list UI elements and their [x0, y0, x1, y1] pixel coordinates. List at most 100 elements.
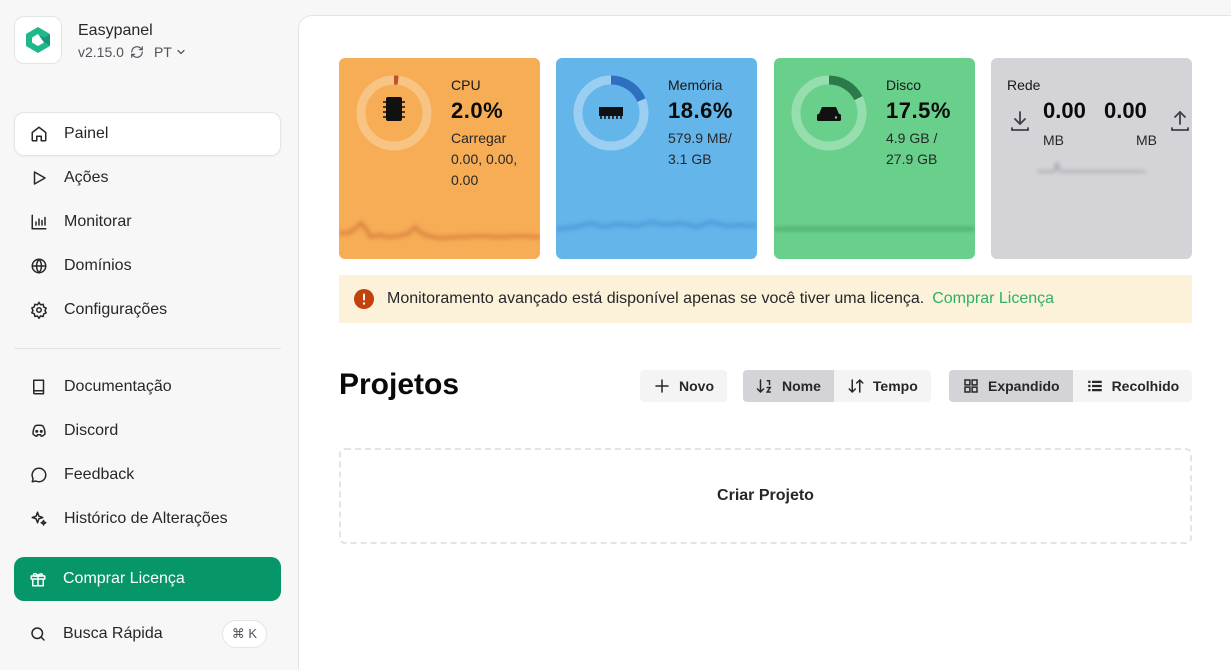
cpu-label: CPU [451, 77, 481, 93]
secondary-nav: Documentação Discord Feedback Histórico … [14, 365, 281, 541]
create-project-label: Criar Projeto [717, 487, 814, 504]
cpu-load: Carregar 0.00, 0.00, 0.00 [451, 130, 518, 188]
disk-usage: 4.9 GB / 27.9 GB [886, 130, 938, 167]
memory-card: Memória 18.6% 579.9 MB/ 3.1 GB [556, 58, 757, 259]
disk-label: Disco [886, 77, 922, 93]
sort-numeric-icon [756, 377, 774, 395]
view-expanded-button[interactable]: Expandido [949, 370, 1073, 402]
download-icon [1011, 111, 1029, 131]
view-toggle: Expandido Recolhido [949, 370, 1193, 402]
memory-usage-ring [573, 75, 649, 151]
play-icon [30, 169, 48, 187]
network-card: Rede 0.00 MB 0.00 MB [991, 58, 1192, 259]
sparkles-icon [30, 510, 48, 528]
alert-buy-license-link[interactable]: Comprar Licença [932, 290, 1054, 308]
discord-icon [30, 422, 48, 440]
sort-by-time-button[interactable]: Tempo [834, 370, 931, 402]
upload-unit: MB [1136, 132, 1157, 148]
view-expanded-label: Expandido [988, 378, 1060, 394]
bar-chart-icon [30, 213, 48, 231]
sidebar-item-painel[interactable]: Painel [14, 112, 281, 156]
sort-by-name-button[interactable]: Nome [743, 370, 834, 402]
sidebar-item-label: Domínios [64, 257, 132, 274]
gear-icon [30, 301, 48, 319]
sidebar-item-feedback[interactable]: Feedback [14, 453, 281, 497]
network-sparkline [1037, 162, 1146, 173]
cpu-card: CPU 2.0% Carregar 0.00, 0.00, 0.00 [339, 58, 540, 259]
memory-usage: 579.9 MB/ 3.1 GB [668, 130, 732, 167]
buy-license-button[interactable]: Comprar Licença [14, 557, 281, 601]
list-icon [1086, 377, 1104, 395]
disk-sparkline [774, 227, 975, 231]
view-collapsed-label: Recolhido [1111, 378, 1180, 394]
page-title: Projetos [339, 368, 460, 401]
main-content: CPU 2.0% Carregar 0.00, 0.00, 0.00 Memór… [298, 15, 1231, 670]
brand: Easypanel v2.15.0 PT [14, 16, 187, 64]
sort-name-label: Nome [782, 378, 821, 394]
sort-arrows-icon [847, 377, 865, 395]
quick-search-label: Busca Rápida [63, 625, 163, 642]
sidebar-item-historico[interactable]: Histórico de Alterações [14, 497, 281, 541]
language-select[interactable]: PT [154, 44, 187, 60]
globe-icon [30, 257, 48, 275]
sidebar-item-label: Ações [64, 169, 109, 186]
download-unit: MB [1043, 132, 1064, 148]
chip-icon [383, 97, 405, 121]
disk-card: Disco 17.5% 4.9 GB / 27.9 GB [774, 58, 975, 259]
shortcut-badge: ⌘ K [221, 620, 267, 648]
upload-icon [1171, 110, 1189, 131]
home-icon [30, 125, 48, 143]
view-collapsed-button[interactable]: Recolhido [1073, 370, 1193, 402]
sidebar-divider [14, 348, 281, 349]
cpu-value: 2.0% [451, 98, 504, 123]
message-icon [30, 466, 48, 484]
sidebar-item-label: Painel [64, 125, 109, 142]
quick-search-button[interactable]: Busca Rápida ⌘ K [14, 612, 281, 656]
refresh-icon[interactable] [130, 45, 144, 59]
memory-value: 18.6% [668, 98, 733, 123]
sidebar-item-label: Histórico de Alterações [64, 510, 228, 527]
sidebar: Easypanel v2.15.0 PT Painel Ações Monito… [0, 0, 298, 670]
logo-icon [14, 16, 62, 64]
gift-icon [29, 570, 47, 588]
memory-icon [599, 107, 623, 119]
alert-circle-icon [354, 289, 374, 309]
search-icon [29, 625, 47, 643]
disk-usage-ring [791, 75, 867, 151]
hard-drive-icon [817, 107, 841, 121]
primary-nav: Painel Ações Monitorar Domínios Configur… [14, 112, 281, 332]
sidebar-item-label: Feedback [64, 466, 135, 483]
chevron-down-icon [177, 49, 185, 54]
buy-license-label: Comprar Licença [63, 570, 185, 587]
license-alert: Monitoramento avançado está disponível a… [339, 275, 1192, 323]
sidebar-item-configuracoes[interactable]: Configurações [14, 288, 281, 332]
sidebar-item-label: Documentação [64, 378, 172, 395]
sidebar-item-label: Discord [64, 422, 119, 439]
sidebar-item-documentacao[interactable]: Documentação [14, 365, 281, 409]
book-icon [30, 378, 48, 396]
brand-name: Easypanel [78, 21, 153, 39]
download-value: 0.00 [1043, 98, 1086, 123]
plus-icon [653, 377, 671, 395]
sort-time-label: Tempo [872, 378, 918, 394]
memory-label: Memória [668, 77, 723, 93]
language-label: PT [153, 43, 172, 60]
cpu-usage-ring [356, 75, 432, 151]
upload-value: 0.00 [1104, 98, 1147, 123]
sidebar-item-discord[interactable]: Discord [14, 409, 281, 453]
sidebar-item-monitorar[interactable]: Monitorar [14, 200, 281, 244]
sidebar-item-label: Monitorar [64, 213, 132, 230]
sidebar-item-acoes[interactable]: Ações [14, 156, 281, 200]
new-project-label: Novo [679, 378, 714, 394]
sidebar-item-dominios[interactable]: Domínios [14, 244, 281, 288]
alert-text: Monitoramento avançado está disponível a… [387, 290, 925, 307]
memory-sparkline [556, 220, 757, 231]
new-project-button[interactable]: Novo [640, 370, 727, 402]
create-project-placeholder[interactable]: Criar Projeto [339, 448, 1192, 544]
network-label: Rede [1007, 77, 1041, 93]
sidebar-item-label: Configurações [64, 301, 168, 318]
disk-value: 17.5% [886, 98, 951, 123]
version-label: v2.15.0 [78, 43, 124, 60]
grid-icon [962, 377, 980, 395]
cpu-sparkline [339, 220, 540, 240]
